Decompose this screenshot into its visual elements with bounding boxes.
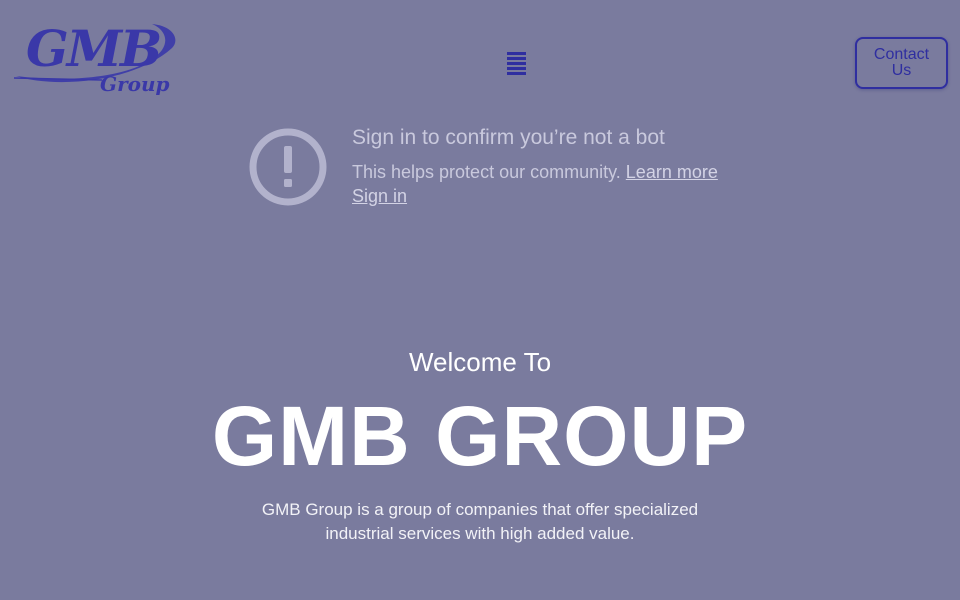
menu-bar — [507, 72, 526, 75]
welcome-heading: Welcome To — [408, 347, 552, 377]
contact-us-button[interactable]: Contact Us — [855, 37, 948, 89]
menu-bar — [507, 57, 526, 60]
notice-title: Sign in to confirm you’re not a bot — [352, 126, 665, 149]
notice-message: This helps protect our community. — [352, 162, 621, 182]
hero-title: GMB GROUP — [211, 389, 749, 483]
exclamation-circle-icon — [247, 126, 329, 208]
logo-subtitle: Group — [100, 72, 170, 96]
menu-bar — [507, 52, 526, 55]
hamburger-menu-icon[interactable] — [507, 52, 529, 76]
gmb-group-logo[interactable]: GMB Group — [12, 18, 182, 110]
learn-more-link[interactable]: Learn more — [626, 162, 718, 182]
menu-bar — [507, 67, 526, 70]
menu-bar — [507, 62, 526, 65]
sign-in-link[interactable]: Sign in — [352, 186, 407, 206]
hero-description: GMB Group is a group of companies that o… — [261, 500, 699, 543]
notice-body: This helps protect our community. Learn … — [352, 160, 752, 208]
logo-wordmark: GMB — [26, 19, 162, 78]
